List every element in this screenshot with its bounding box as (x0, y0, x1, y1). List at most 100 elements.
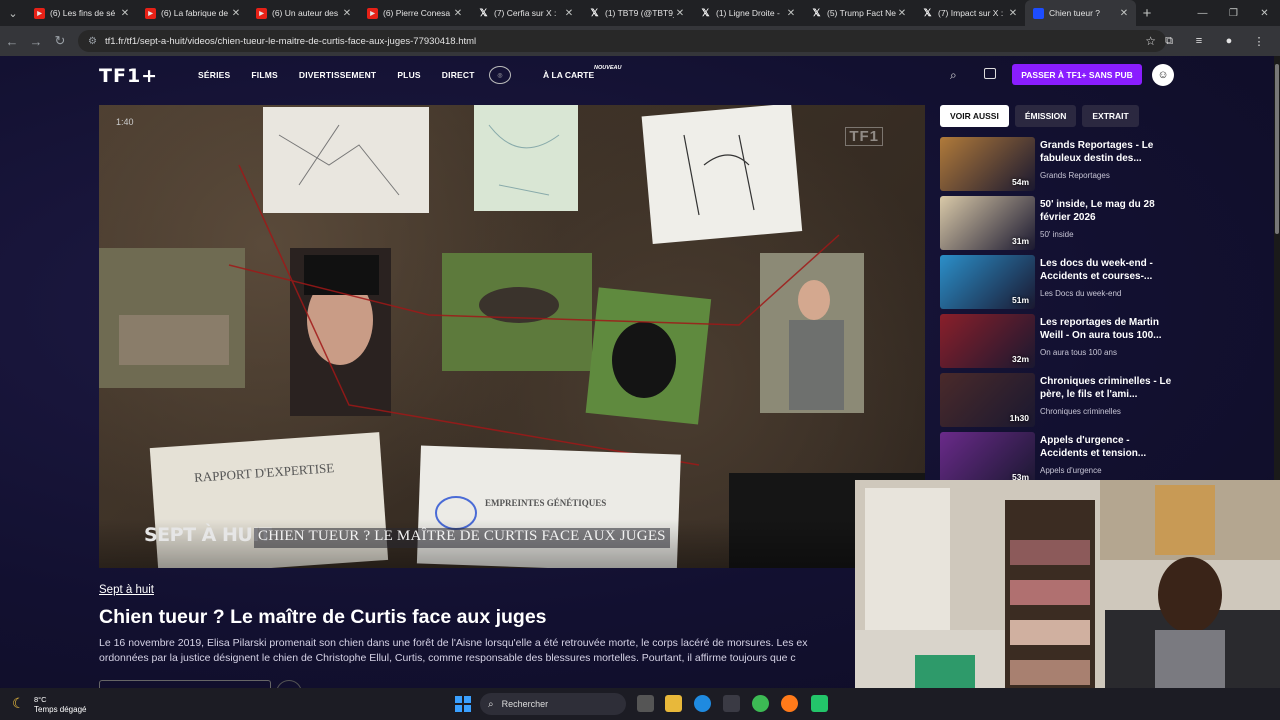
recommendation-title[interactable]: Grands Reportages - Le fabuleux destin d… (1040, 139, 1175, 165)
address-bar[interactable]: ⚙ tf1.fr/tf1/sept-a-huit/videos/chien-tu… (78, 30, 1166, 52)
duration-badge: 54m (1011, 177, 1029, 187)
file-explorer-icon[interactable] (665, 695, 682, 712)
chrome-icon[interactable] (752, 695, 769, 712)
edge-icon[interactable] (694, 695, 711, 712)
x-icon: 𝕏 (479, 7, 488, 19)
tab-search-chevron-icon[interactable]: ⌄ (0, 0, 26, 26)
tab-close-icon[interactable]: ✕ (119, 8, 131, 19)
doc-dna-title: EMPREINTES GÉNÉTIQUES (485, 498, 607, 508)
program-link[interactable]: Sept à huit (99, 584, 154, 596)
recommendation-card[interactable]: 31m 50' inside, Le mag du 28 février 2026… (940, 196, 1180, 250)
event-logo-icon[interactable]: ◎ (489, 66, 511, 84)
nav-direct[interactable]: DIRECT (442, 70, 475, 80)
store-icon[interactable] (723, 695, 740, 712)
taskbar-search[interactable]: ⌕ Rechercher (480, 693, 626, 715)
tab-close-icon[interactable]: ✕ (563, 8, 575, 19)
nav-divertissement[interactable]: DIVERTISSEMENT (299, 70, 376, 80)
recommendation-title[interactable]: Les reportages de Martin Weill - On aura… (1040, 316, 1175, 342)
recommendation-thumbnail[interactable]: 51m (940, 255, 1035, 309)
windows-start-icon[interactable] (455, 696, 471, 712)
browser-tab[interactable]: 𝕏 (7) Impact sur X : ✕ (914, 0, 1025, 26)
reload-icon[interactable]: ↻ (48, 33, 72, 49)
app-icon[interactable] (811, 695, 828, 712)
tab-close-icon[interactable]: ✕ (341, 8, 353, 19)
forward-icon[interactable]: → (24, 34, 48, 49)
tab-close-icon[interactable]: ✕ (785, 8, 797, 19)
tab-close-icon[interactable]: ✕ (674, 8, 686, 19)
sidebar-tabs: VOIR AUSSI ÉMISSION EXTRAIT (940, 105, 1139, 127)
tab-close-icon[interactable]: ✕ (1118, 8, 1130, 19)
recommendation-card[interactable]: 32m Les reportages de Martin Weill - On a… (940, 314, 1180, 368)
windows-taskbar: ☾ 8°C Temps dégagé ⌕ Rechercher (0, 688, 1280, 720)
minimize-icon[interactable]: — (1187, 8, 1218, 19)
site-header: TF1+ SÉRIES FILMS DIVERTISSEMENT PLUS DI… (0, 56, 1274, 94)
video-player[interactable]: RAPPORT D'EXPERTISE EMPREINTES GÉNÉTIQUE… (99, 105, 925, 568)
share-button[interactable] (276, 680, 302, 688)
recommendation-thumbnail[interactable]: 31m (940, 196, 1035, 250)
recommendation-thumbnail[interactable]: 32m (940, 314, 1035, 368)
tab-close-icon[interactable]: ✕ (452, 8, 464, 19)
profile-icon[interactable]: ● (1214, 35, 1244, 47)
tab-close-icon[interactable]: ✕ (896, 8, 908, 19)
browser-tab[interactable]: 𝕏 (7) Cerfia sur X : ✕ (470, 0, 581, 26)
back-icon[interactable]: ← (0, 34, 24, 49)
recommendation-thumbnail[interactable]: 54m (940, 137, 1035, 191)
browser-tab[interactable]: 𝕏 (1) Ligne Droite - ✕ (692, 0, 803, 26)
close-window-icon[interactable]: ✕ (1249, 8, 1280, 19)
account-avatar-icon[interactable]: ☺ (1152, 64, 1174, 86)
new-tab-button[interactable]: + (1136, 5, 1158, 22)
channel-watermark: TF1 (845, 127, 883, 146)
site-info-icon[interactable]: ⚙ (88, 36, 97, 47)
recommendation-title[interactable]: Les docs du week-end - Accidents et cour… (1040, 257, 1175, 283)
task-view-icon[interactable] (637, 695, 654, 712)
weather-description[interactable]: Temps dégagé (34, 705, 86, 714)
weather-temperature[interactable]: 8°C (34, 695, 47, 704)
browser-tab[interactable]: ▶ (6) Pierre Conesa ✕ (359, 0, 470, 26)
nav-films[interactable]: FILMS (251, 70, 278, 80)
firefox-icon[interactable] (781, 695, 798, 712)
recommendation-card[interactable]: 51m Les docs du week-end - Accidents et c… (940, 255, 1180, 309)
recommendation-thumbnail[interactable]: 53m (940, 432, 1035, 486)
recommendation-title[interactable]: Appels d'urgence - Accidents et tension.… (1040, 434, 1175, 460)
action-button[interactable] (99, 680, 271, 688)
browser-tab[interactable]: Chien tueur ? ✕ (1025, 0, 1136, 26)
new-badge: NOUVEAU (594, 65, 622, 71)
browser-tab[interactable]: ▶ (6) Un auteur des ✕ (248, 0, 359, 26)
browser-tab[interactable]: ▶ (6) Les fins de sé ✕ (26, 0, 137, 26)
tab-extrait[interactable]: EXTRAIT (1082, 105, 1139, 127)
search-icon[interactable]: ⌕ (950, 68, 957, 83)
maximize-icon[interactable]: ❐ (1218, 8, 1249, 19)
browser-menu-icon[interactable]: ⋮ (1244, 35, 1274, 48)
scrollbar-thumb[interactable] (1275, 64, 1279, 234)
my-list-icon[interactable] (984, 68, 996, 79)
extensions-icon[interactable]: ⧉ (1154, 35, 1184, 48)
browser-tab[interactable]: 𝕏 (5) Trump Fact Ne ✕ (803, 0, 914, 26)
tab-title: (1) TBT9 (@TBT9_ (605, 8, 674, 18)
tab-voir-aussi[interactable]: VOIR AUSSI (940, 105, 1009, 127)
tab-emission[interactable]: ÉMISSION (1014, 105, 1077, 127)
recommendation-title[interactable]: 50' inside, Le mag du 28 février 2026 (1040, 198, 1175, 224)
recommendation-card[interactable]: 54m Grands Reportages - Le fabuleux desti… (940, 137, 1180, 191)
toolbar-actions: ⧉ ≡ ● ⋮ (1154, 26, 1274, 56)
recommendation-card[interactable]: 1h30 Chroniques criminelles - Le père, le… (940, 373, 1180, 427)
media-controls-icon[interactable]: ≡ (1184, 35, 1214, 47)
tab-title: (7) Impact sur X : (938, 8, 1004, 18)
tf1-logo[interactable]: TF1+ (99, 65, 158, 87)
premium-button[interactable]: PASSER À TF1+ SANS PUB (1012, 64, 1142, 85)
recommendation-card[interactable]: 53m Appels d'urgence - Accidents et tensi… (940, 432, 1180, 486)
tab-title: Chien tueur ? (1049, 8, 1101, 18)
recommendation-thumbnail[interactable]: 1h30 (940, 373, 1035, 427)
recommendation-title[interactable]: Chroniques criminelles - Le père, le fil… (1040, 375, 1175, 401)
browser-tab[interactable]: 𝕏 (1) TBT9 (@TBT9_ ✕ (581, 0, 692, 26)
nav-plus[interactable]: PLUS (397, 70, 420, 80)
youtube-icon: ▶ (145, 7, 156, 19)
video-caption: CHIEN TUEUR ? LE MAÎTRE DE CURTIS FACE A… (254, 528, 670, 548)
x-icon: 𝕏 (590, 7, 599, 19)
tab-close-icon[interactable]: ✕ (1007, 8, 1019, 19)
nav-a-la-carte[interactable]: À LA CARTE (543, 70, 594, 80)
browser-tab[interactable]: ▶ (6) La fabrique de ✕ (137, 0, 248, 26)
tf1-icon (1033, 7, 1044, 19)
moon-weather-icon[interactable]: ☾ (12, 695, 25, 712)
nav-series[interactable]: SÉRIES (198, 70, 230, 80)
tab-close-icon[interactable]: ✕ (230, 8, 242, 19)
